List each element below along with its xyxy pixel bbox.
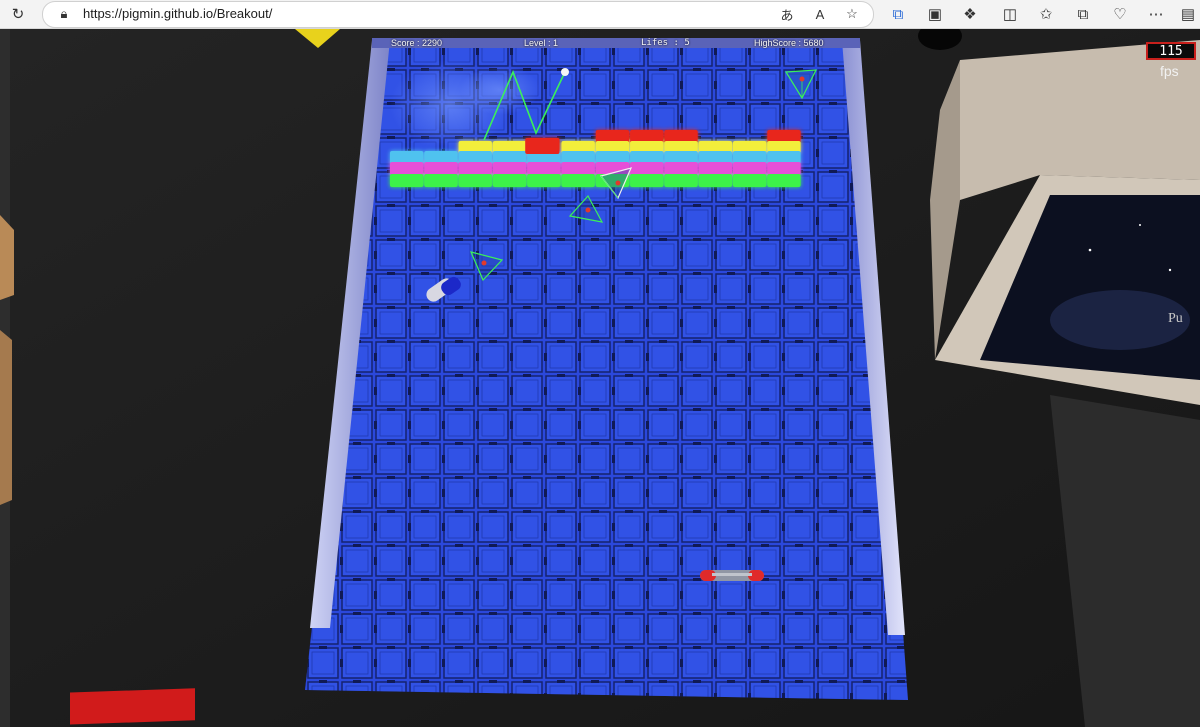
fps-label: fps <box>1160 63 1179 79</box>
game-canvas[interactable]: Pu Score: 2290 Level: 1 Lifes: 5 High… <box>0 29 1200 727</box>
brick-green <box>492 174 527 187</box>
reload-icon[interactable]: ↻ <box>8 4 28 24</box>
score-label: Score : 2290 <box>391 38 443 48</box>
read-aloud-icon[interactable]: A <box>811 5 829 23</box>
game-scene: Pu <box>0 29 1200 727</box>
split-screen-icon[interactable]: ◫ <box>1000 4 1020 24</box>
brick-green <box>733 174 767 187</box>
collections-icon[interactable]: ⧉ <box>1073 4 1093 24</box>
brick-green <box>630 174 664 187</box>
url-text: https://pigmin.github.io/Breakout/ <box>83 6 272 21</box>
brick-green <box>527 174 561 187</box>
brick-green <box>458 174 492 187</box>
browser-toolbar: ↻ 🔒︎ https://pigmin.github.io/Breakout/ … <box>0 0 1200 29</box>
fps-counter: 115 <box>1146 42 1196 60</box>
brick-green <box>390 174 424 187</box>
brick-magenta <box>664 162 698 175</box>
brick-green <box>698 174 732 187</box>
lives-label: Lifes : 5 <box>641 38 690 48</box>
brick-magenta <box>698 162 732 175</box>
brick-green <box>424 174 458 187</box>
level-label: Level : 1 <box>524 38 559 48</box>
highscore-label: HighScore : 5680 <box>754 38 824 48</box>
ball <box>561 68 569 76</box>
svg-text:Pu: Pu <box>1168 311 1183 326</box>
brick-magenta <box>733 162 767 175</box>
more-icon[interactable]: ⋯ <box>1146 4 1166 24</box>
brick-magenta <box>390 162 424 175</box>
screen-cast-icon[interactable]: ⧉ <box>888 4 908 24</box>
brick-magenta <box>630 162 664 175</box>
address-bar[interactable]: 🔒︎ https://pigmin.github.io/Breakout/ あ … <box>42 1 874 28</box>
brick-red-falling <box>525 138 560 154</box>
brick-green <box>664 174 698 187</box>
brick-magenta <box>561 162 595 175</box>
sidebar-icon[interactable]: ▤ <box>1178 4 1198 24</box>
brick-magenta <box>767 162 801 175</box>
url-path: Breakout/ <box>216 6 273 21</box>
url-host: https://pigmin.github.io/ <box>83 6 217 21</box>
favorites-icon[interactable]: ✩ <box>1036 4 1056 24</box>
brick-green <box>767 174 801 187</box>
brick-magenta <box>492 162 527 175</box>
extensions-icon[interactable]: ❖ <box>960 4 980 24</box>
favorite-star-icon[interactable]: ☆ <box>843 5 861 23</box>
room-furniture-left <box>0 215 14 300</box>
performance-icon[interactable]: ♡ <box>1110 4 1130 24</box>
brick-magenta <box>527 162 561 175</box>
translate-icon[interactable]: あ <box>778 5 796 23</box>
app-icon[interactable]: ▣ <box>925 4 945 24</box>
room-furniture-left-lower <box>0 330 12 505</box>
lock-icon[interactable]: 🔒︎ <box>55 5 73 23</box>
room-red-object <box>70 688 195 725</box>
brick-magenta <box>458 162 492 175</box>
paddle <box>700 570 764 581</box>
brick-green <box>561 174 595 187</box>
brick-magenta <box>424 162 458 175</box>
